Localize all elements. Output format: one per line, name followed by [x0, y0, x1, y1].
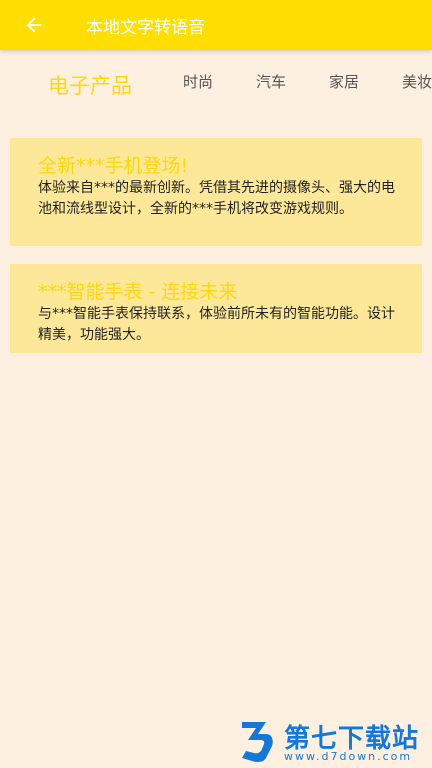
tab-home[interactable]: 家居 [329, 71, 359, 92]
card-body: 体验来自***的最新创新。凭借其先进的摄像头、强大的电池和流线型设计，全新的**… [38, 180, 395, 217]
watermark: 第七下载站 www.d7down.com [236, 718, 428, 764]
card-body: 与***智能手表保持联系，体验前所未有的智能功能。设计精美，功能强大。 [38, 306, 395, 343]
category-tabs: 电子产品 时尚 汽车 家居 美妆 [0, 50, 432, 120]
card-title: 全新***手机登场! [38, 155, 189, 177]
article-card[interactable]: 全新***手机登场! 体验来自***的最新创新。凭借其先进的摄像头、强大的电池和… [10, 138, 422, 246]
tab-fashion[interactable]: 时尚 [183, 71, 213, 92]
back-button[interactable] [18, 9, 50, 41]
card-title: ***智能手表 - 连接未来 [38, 281, 238, 303]
page-title: 本地文字转语音 [86, 18, 205, 38]
arrow-left-icon [26, 17, 42, 33]
article-card[interactable]: ***智能手表 - 连接未来 与***智能手表保持联系，体验前所未有的智能功能。… [10, 264, 422, 353]
tab-beauty[interactable]: 美妆 [402, 71, 432, 92]
watermark-logo-icon [242, 722, 273, 762]
tab-auto[interactable]: 汽车 [256, 71, 286, 92]
watermark-url: www.d7down.com [284, 750, 413, 763]
app-bar: 本地文字转语音 [0, 0, 432, 50]
tab-electronics[interactable]: 电子产品 [48, 70, 132, 100]
